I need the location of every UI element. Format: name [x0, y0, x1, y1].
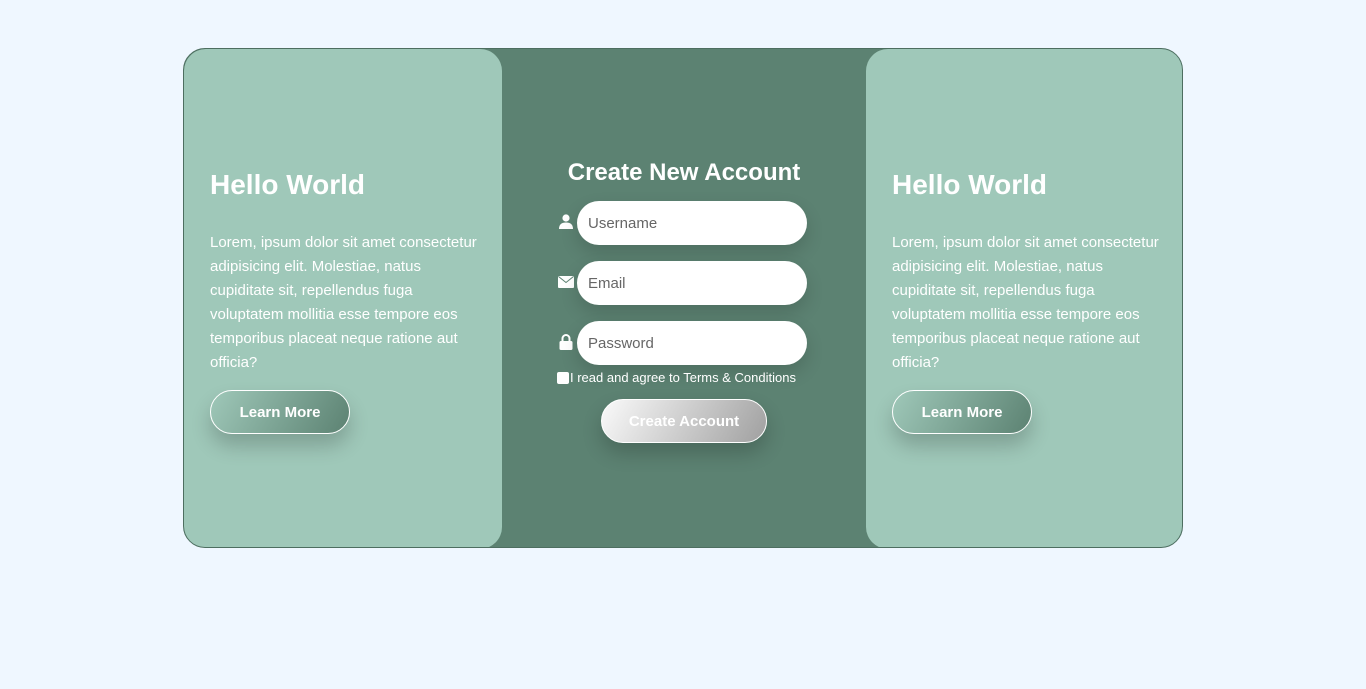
username-row	[557, 201, 807, 245]
signup-card: Hello World Lorem, ipsum dolor sit amet …	[183, 48, 1183, 548]
left-title: Hello World	[210, 169, 366, 200]
terms-text: I read and agree to Terms & Conditions	[570, 370, 796, 385]
envelope-icon	[557, 275, 575, 291]
right-panel: Hello World Lorem, ipsum dolor sit amet …	[866, 49, 1182, 547]
left-body: Lorem, ipsum dolor sit amet consectetur …	[210, 234, 477, 371]
right-body: Lorem, ipsum dolor sit amet consectetur …	[892, 234, 1159, 371]
right-learn-more-button[interactable]: Learn More	[892, 390, 1032, 434]
lock-icon	[557, 333, 575, 353]
left-panel: Hello World Lorem, ipsum dolor sit amet …	[184, 49, 502, 547]
terms-checkbox[interactable]	[557, 371, 569, 384]
username-input[interactable]	[577, 201, 807, 245]
password-input[interactable]	[577, 321, 807, 365]
left-learn-more-button[interactable]: Learn More	[210, 390, 350, 434]
create-account-button[interactable]: Create Account	[601, 399, 767, 443]
signup-form: Create New Account I read and agree to T…	[502, 49, 866, 547]
email-input[interactable]	[577, 261, 807, 305]
terms-checkbox-label[interactable]: I read and agree to Terms & Conditions	[557, 370, 796, 385]
password-row	[557, 321, 807, 365]
email-row	[557, 261, 807, 305]
right-title: Hello World	[892, 169, 1048, 200]
form-title: Create New Account	[567, 159, 801, 186]
user-icon	[557, 214, 575, 232]
